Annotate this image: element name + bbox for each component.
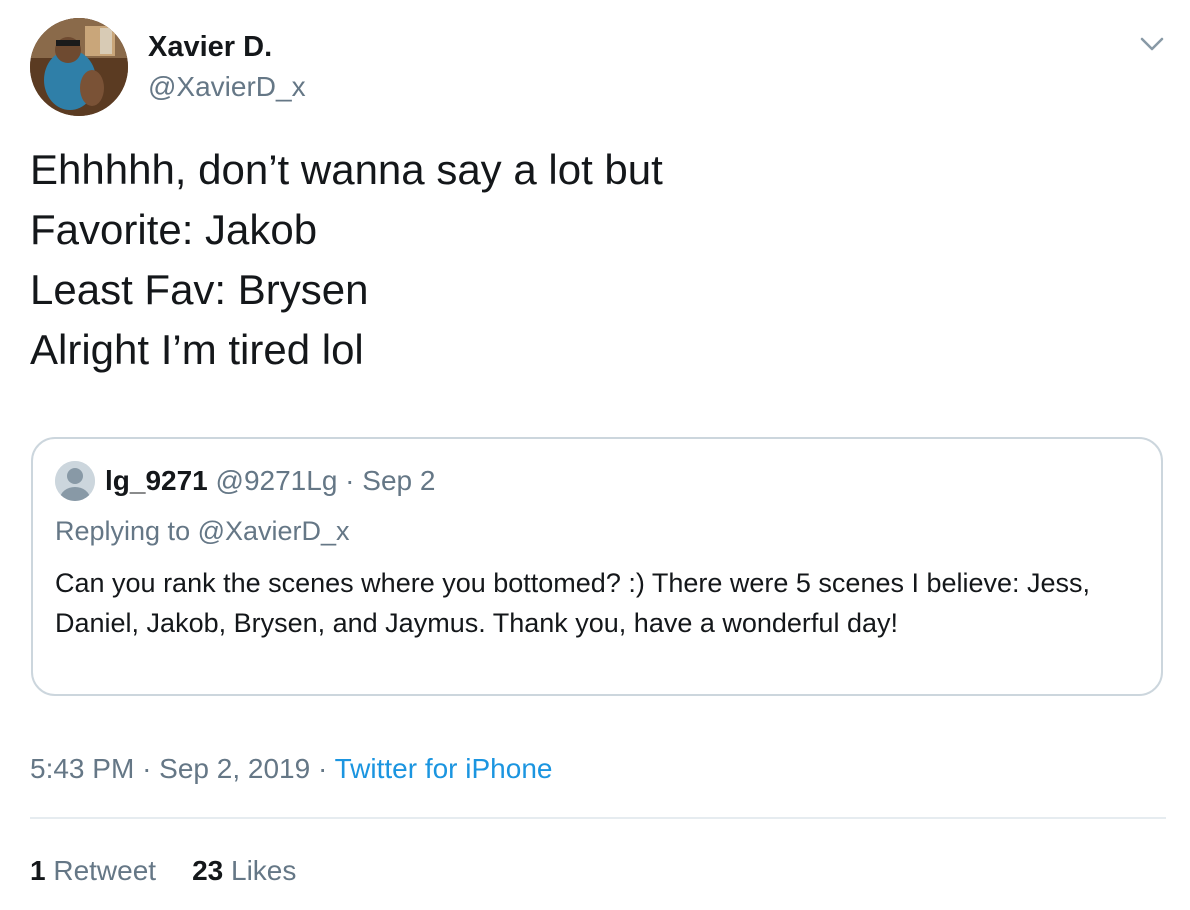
tweet-line: Favorite: Jakob	[30, 206, 318, 253]
tweet-text: Ehhhhh, don’t wanna say a lot but Favori…	[30, 140, 1150, 380]
quoted-display-name[interactable]: lg_9271	[105, 465, 208, 496]
tweet-stats: 1 Retweet 23 Likes	[30, 852, 296, 890]
tweet-source-link[interactable]: Twitter for iPhone	[335, 753, 553, 784]
author-avatar[interactable]	[30, 18, 128, 116]
tweet-date[interactable]: Sep 2, 2019	[159, 753, 310, 784]
likes-label: Likes	[231, 855, 297, 886]
meta-separator: ·	[317, 753, 328, 784]
tweet-line: Least Fav: Brysen	[30, 266, 369, 313]
author-display-name[interactable]: Xavier D.	[148, 30, 272, 64]
user-photo-avatar-icon	[30, 18, 128, 116]
quoted-header: lg_9271 @9271Lg · Sep 2	[105, 463, 435, 499]
quoted-tweet[interactable]: lg_9271 @9271Lg · Sep 2 Replying to @Xav…	[31, 437, 1163, 696]
meta-separator: ·	[142, 753, 152, 784]
author-handle[interactable]: @XavierD_x	[148, 70, 306, 104]
tweet-meta: 5:43 PM · Sep 2, 2019 · Twitter for iPho…	[30, 750, 552, 788]
divider	[30, 817, 1166, 819]
quoted-handle[interactable]: @9271Lg	[216, 465, 338, 496]
likes-count: 23	[192, 855, 224, 886]
tweet-time[interactable]: 5:43 PM	[30, 753, 134, 784]
quoted-text: Can you rank the scenes where you bottom…	[55, 568, 1091, 638]
likes-stat[interactable]: 23 Likes	[192, 855, 296, 886]
quoted-separator: ·	[345, 465, 355, 496]
tweet-line: Alright I’m tired lol	[30, 326, 364, 373]
default-profile-icon[interactable]	[55, 461, 95, 501]
chevron-down-icon[interactable]	[1138, 30, 1166, 58]
quoted-replying-to: Replying to @XavierD_x	[55, 516, 350, 546]
tweet-card: Xavier D. @XavierD_x Ehhhhh, don’t wanna…	[0, 0, 1190, 910]
retweets-count: 1	[30, 855, 46, 886]
quoted-date[interactable]: Sep 2	[362, 465, 435, 496]
retweets-stat[interactable]: 1 Retweet	[30, 855, 156, 886]
retweets-label: Retweet	[53, 855, 157, 886]
tweet-line: Ehhhhh, don’t wanna say a lot but	[30, 146, 663, 193]
